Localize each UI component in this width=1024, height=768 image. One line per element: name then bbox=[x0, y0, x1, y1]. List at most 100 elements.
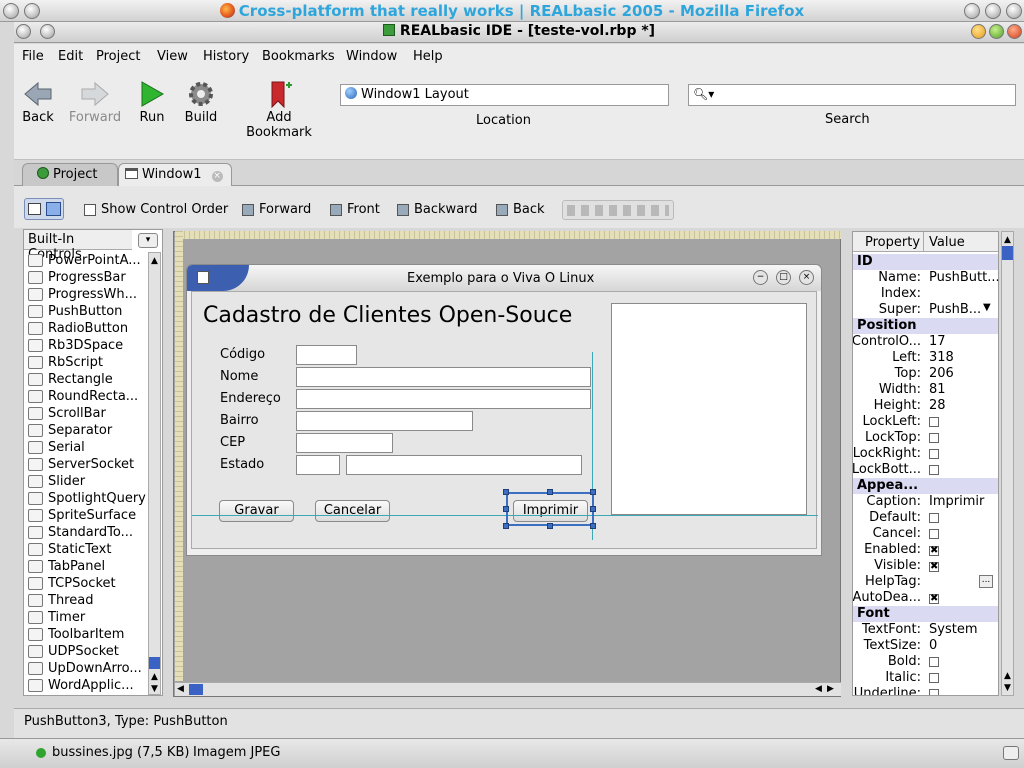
property-row-italic[interactable]: Italic: bbox=[853, 670, 998, 686]
input-nome[interactable] bbox=[296, 367, 591, 387]
browser-minimize-button[interactable] bbox=[964, 3, 980, 19]
property-value[interactable]: 81 bbox=[929, 382, 946, 397]
checkbox-checked-icon[interactable]: ✖ bbox=[929, 546, 939, 556]
scroll-left-small-icon[interactable]: ◀ bbox=[815, 684, 822, 694]
property-row-left[interactable]: Left: 318 bbox=[853, 350, 998, 366]
control-item[interactable]: RadioButton bbox=[28, 320, 128, 337]
back-button[interactable]: Back bbox=[20, 78, 56, 125]
input-cep[interactable] bbox=[296, 433, 393, 453]
forward-button[interactable]: Forward bbox=[68, 78, 122, 125]
front-button[interactable]: Front bbox=[330, 202, 380, 217]
back-order-button[interactable]: Back bbox=[496, 202, 545, 217]
property-row-lockright[interactable]: LockRight: bbox=[853, 446, 998, 462]
resize-grip-icon[interactable] bbox=[1003, 746, 1019, 760]
control-item[interactable]: RbScript bbox=[28, 354, 103, 371]
scroll-thumb[interactable] bbox=[149, 657, 160, 669]
resize-handle[interactable] bbox=[503, 523, 509, 529]
property-row-enabled[interactable]: Enabled: ✖ bbox=[853, 542, 998, 558]
input-estado-nome[interactable] bbox=[346, 455, 582, 475]
property-row-height[interactable]: Height: 28 bbox=[853, 398, 998, 414]
property-row-super[interactable]: Super: PushB... ▼ bbox=[853, 302, 998, 318]
form-heading[interactable]: Cadastro de Clientes Open-Souce bbox=[203, 303, 572, 328]
property-section-font[interactable]: Font bbox=[853, 606, 998, 622]
control-item[interactable]: StandardTo... bbox=[28, 524, 133, 541]
backward-button[interactable]: Backward bbox=[397, 202, 478, 217]
control-item[interactable]: ProgressBar bbox=[28, 269, 126, 286]
gravar-button[interactable]: Gravar bbox=[219, 500, 294, 522]
control-item[interactable]: RoundRecta... bbox=[28, 388, 138, 405]
checkbox-checked-icon[interactable]: ✖ bbox=[929, 594, 939, 604]
control-item[interactable]: StaticText bbox=[28, 541, 111, 558]
resize-handle[interactable] bbox=[547, 523, 553, 529]
scroll-up-icon[interactable]: ▲ bbox=[149, 255, 160, 267]
cancelar-button[interactable]: Cancelar bbox=[315, 500, 390, 522]
checkbox-icon[interactable] bbox=[929, 465, 939, 475]
property-value[interactable]: PushB... bbox=[929, 302, 981, 317]
resize-handle[interactable] bbox=[590, 523, 596, 529]
property-row-helptag[interactable]: HelpTag:... bbox=[853, 574, 998, 590]
control-item[interactable]: PowerPointA... bbox=[28, 252, 141, 269]
menu-bookmarks[interactable]: Bookmarks bbox=[262, 49, 335, 64]
property-row-lockbottom[interactable]: LockBott... bbox=[853, 462, 998, 478]
property-section-position[interactable]: Position bbox=[853, 318, 998, 334]
tab-project[interactable]: Project bbox=[22, 163, 118, 186]
control-item[interactable]: Separator bbox=[28, 422, 112, 439]
property-row-top[interactable]: Top: 206 bbox=[853, 366, 998, 382]
props-scroll-up-icon[interactable]: ▲ bbox=[1002, 234, 1013, 246]
menu-view[interactable]: View bbox=[157, 49, 188, 64]
control-item[interactable]: ProgressWh... bbox=[28, 286, 137, 303]
menu-help[interactable]: Help bbox=[413, 49, 443, 64]
property-row-autodeactivate[interactable]: AutoDea... ✖ bbox=[853, 590, 998, 606]
property-row-textfont[interactable]: TextFont: System bbox=[853, 622, 998, 638]
hscroll-thumb[interactable] bbox=[189, 684, 203, 695]
resize-handle[interactable] bbox=[503, 506, 509, 512]
resize-handle[interactable] bbox=[590, 489, 596, 495]
property-row-control_order[interactable]: ControlO... 17 bbox=[853, 334, 998, 350]
menu-project[interactable]: Project bbox=[96, 49, 140, 64]
control-item[interactable]: ToolbarItem bbox=[28, 626, 124, 643]
browser-close-button[interactable] bbox=[1006, 3, 1022, 19]
property-section-appearance[interactable]: Appea... bbox=[853, 478, 998, 494]
props-scroll-up-small-icon[interactable]: ▲ bbox=[1002, 670, 1013, 682]
input-estado-uf[interactable] bbox=[296, 455, 340, 475]
control-item[interactable]: ScrollBar bbox=[28, 405, 106, 422]
image-placeholder[interactable] bbox=[611, 303, 807, 515]
input-bairro[interactable] bbox=[296, 411, 473, 431]
property-section-id[interactable]: ID bbox=[853, 254, 998, 270]
property-row-lockleft[interactable]: LockLeft: bbox=[853, 414, 998, 430]
ellipsis-button[interactable]: ... bbox=[979, 575, 993, 588]
ide-close-button[interactable] bbox=[1007, 24, 1022, 39]
property-row-caption[interactable]: Caption: Imprimir bbox=[853, 494, 998, 510]
value-column-header[interactable]: Value bbox=[929, 235, 965, 250]
props-scroll-thumb[interactable] bbox=[1002, 246, 1013, 260]
controls-list-header[interactable]: Built-In Controls bbox=[24, 230, 132, 262]
view-toggle[interactable] bbox=[24, 198, 64, 220]
control-item[interactable]: Serial bbox=[28, 439, 85, 456]
property-value[interactable]: 17 bbox=[929, 334, 946, 349]
property-row-locktop[interactable]: LockTop: bbox=[853, 430, 998, 446]
close-tab-icon[interactable]: × bbox=[211, 171, 223, 182]
property-row-index[interactable]: Index: bbox=[853, 286, 998, 302]
control-item[interactable]: Thread bbox=[28, 592, 93, 609]
forward-order-button[interactable]: Forward bbox=[242, 202, 311, 217]
tab-window1[interactable]: Window1 × bbox=[118, 163, 232, 186]
label-codigo[interactable]: Código bbox=[220, 347, 265, 362]
checkbox-icon[interactable] bbox=[929, 417, 939, 427]
checkbox-icon[interactable] bbox=[929, 657, 939, 667]
property-value[interactable]: Imprimir bbox=[929, 494, 984, 509]
properties-scrollbar[interactable]: ▲ ▲ ▼ bbox=[1001, 231, 1014, 696]
control-item[interactable]: Timer bbox=[28, 609, 85, 626]
control-item[interactable]: UDPSocket bbox=[28, 643, 119, 660]
control-item[interactable]: WordApplic... bbox=[28, 677, 134, 694]
input-codigo[interactable] bbox=[296, 345, 357, 365]
checkbox-icon[interactable] bbox=[929, 433, 939, 443]
label-nome[interactable]: Nome bbox=[220, 369, 258, 384]
label-endereco[interactable]: Endereço bbox=[220, 391, 281, 406]
menu-window[interactable]: Window bbox=[346, 49, 397, 64]
property-column-header[interactable]: Property bbox=[865, 235, 920, 250]
resize-handle[interactable] bbox=[547, 489, 553, 495]
property-value[interactable]: 0 bbox=[929, 638, 937, 653]
checkbox-icon[interactable] bbox=[929, 449, 939, 459]
checkbox-icon[interactable] bbox=[929, 513, 939, 523]
input-endereco[interactable] bbox=[296, 389, 591, 409]
